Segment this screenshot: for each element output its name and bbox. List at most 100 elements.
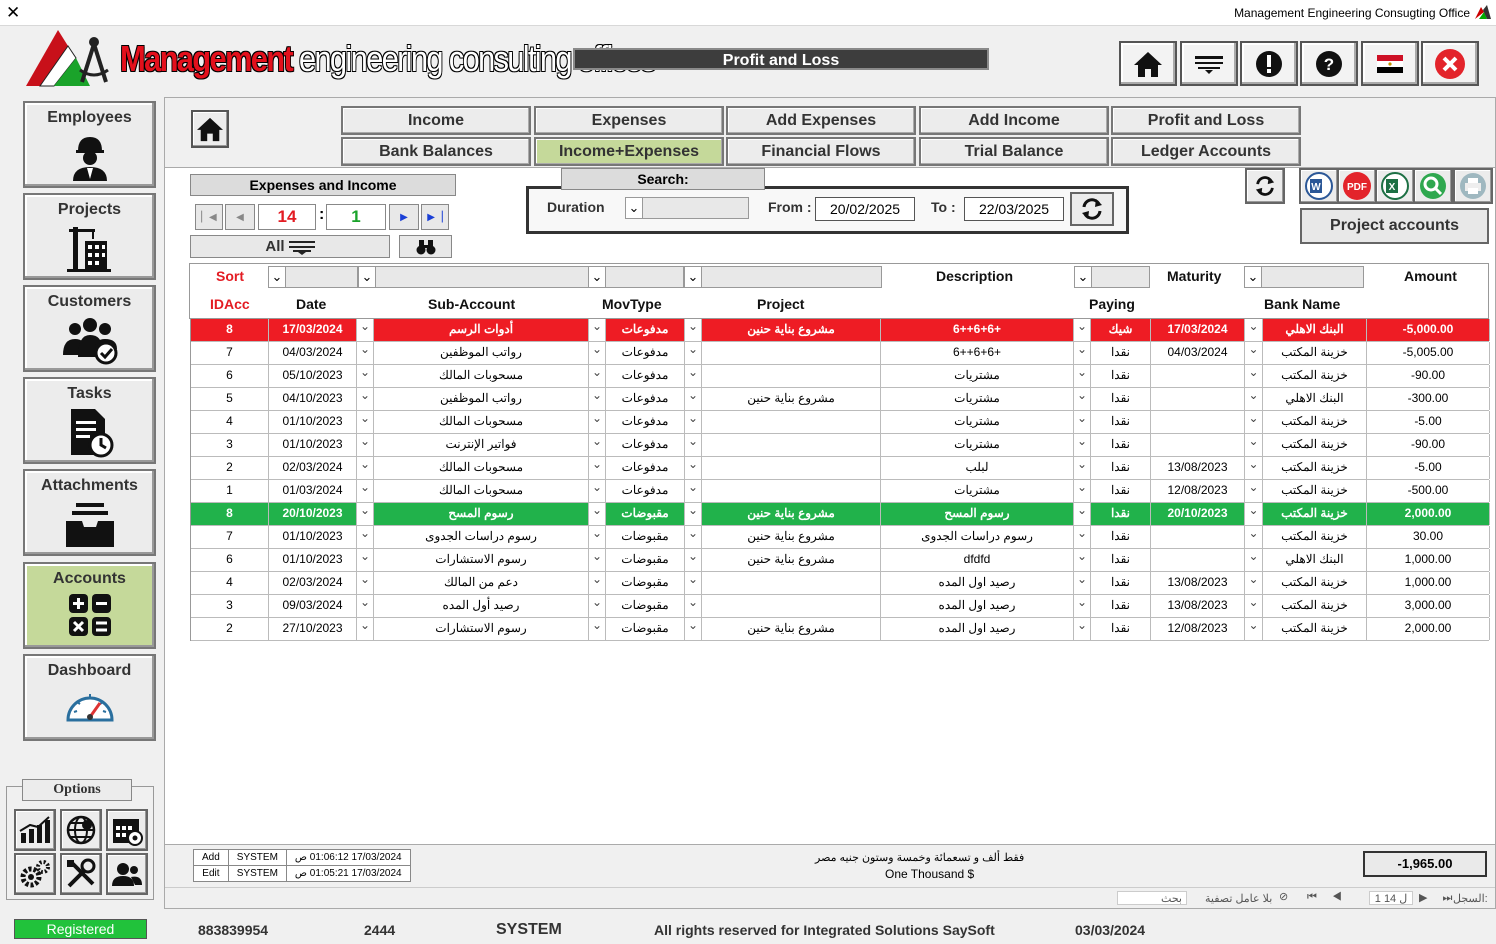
row-dropdown-chevron-icon[interactable] [1245,595,1263,617]
row-dropdown-chevron-icon[interactable] [1245,549,1263,571]
sort-select-2[interactable]: ⌄ [358,266,606,288]
alert-button[interactable] [1240,41,1298,86]
row-dropdown-chevron-icon[interactable] [589,549,606,571]
sidebar-item-accounts[interactable]: Accounts [23,562,156,649]
table-row[interactable]: 402/03/2024 دعم من المالك مقبوضات رصيد اول … [191,572,1490,595]
sort-select-4[interactable]: ⌄ [684,266,882,288]
row-dropdown-chevron-icon[interactable] [685,549,702,571]
table-row[interactable]: 401/10/2023 مسحوبات المالك مدفوعات مشتريات ن… [191,411,1490,434]
project-accounts-button[interactable]: Project accounts [1300,208,1489,244]
table-row[interactable]: 309/03/2024 رصيد أول المده مقبوضات رصيد اول… [191,595,1490,618]
tab-expenses[interactable]: Expenses [534,106,724,135]
table-row[interactable]: 301/10/2023 فواتير الإنترنت مدفوعات مشتريات… [191,434,1490,457]
row-dropdown-chevron-icon[interactable] [357,365,374,387]
tab-financial-flows[interactable]: Financial Flows [726,137,916,166]
row-dropdown-chevron-icon[interactable] [357,388,374,410]
exit-button[interactable] [1421,41,1479,86]
find-button[interactable] [399,235,452,258]
row-dropdown-chevron-icon[interactable] [357,342,374,364]
next-record-button[interactable]: ▶ [389,204,419,230]
row-dropdown-chevron-icon[interactable] [589,618,606,640]
export-excel-button[interactable]: X [1375,168,1415,204]
record-nav-icons[interactable]: ⏮ ◀ [1307,891,1348,904]
row-dropdown-chevron-icon[interactable] [1245,526,1263,548]
row-dropdown-chevron-icon[interactable] [1074,342,1091,364]
home-button[interactable] [1119,41,1177,86]
row-dropdown-chevron-icon[interactable] [357,572,374,594]
row-dropdown-chevron-icon[interactable] [357,595,374,617]
table-row[interactable]: 820/10/2023رسوم المسحمقبوضاتمشروع بناية … [191,503,1490,526]
row-dropdown-chevron-icon[interactable] [685,618,702,640]
row-dropdown-chevron-icon[interactable] [1245,618,1263,640]
row-dropdown-chevron-icon[interactable] [685,503,702,525]
row-dropdown-chevron-icon[interactable] [685,572,702,594]
to-date-field[interactable]: 22/03/2025 [964,197,1064,221]
row-dropdown-chevron-icon[interactable] [357,618,374,640]
sidebar-item-customers[interactable]: Customers [23,285,156,372]
table-row[interactable]: 817/03/2024أدوات الرسممدفوعاتمشروع بناية… [191,319,1490,342]
row-dropdown-chevron-icon[interactable] [685,342,702,364]
row-dropdown-chevron-icon[interactable] [1245,342,1263,364]
row-dropdown-chevron-icon[interactable] [1245,411,1263,433]
option-settings-button[interactable] [14,853,56,895]
option-globe-button[interactable] [60,809,102,851]
sort-select-3[interactable]: ⌄ [588,266,684,288]
row-dropdown-chevron-icon[interactable] [685,434,702,456]
tab-income[interactable]: Income [341,106,531,135]
record-search-input[interactable]: بحث [1117,891,1187,905]
row-dropdown-chevron-icon[interactable] [357,457,374,479]
row-dropdown-chevron-icon[interactable] [1074,526,1091,548]
preview-button[interactable] [1413,168,1453,204]
option-tools-button[interactable] [60,853,102,895]
no-filter-label[interactable]: بلا عامل تصفية [1205,892,1272,905]
row-dropdown-chevron-icon[interactable] [685,365,702,387]
sidebar-item-attachments[interactable]: Attachments [23,469,156,556]
row-dropdown-chevron-icon[interactable] [589,457,606,479]
table-row[interactable]: 704/03/2024رواتب الموظفينمدفوعات+6+6++6ن… [191,342,1490,365]
record-second-field[interactable]: 1 [326,204,386,230]
row-dropdown-chevron-icon[interactable] [589,503,606,525]
language-button[interactable] [1361,41,1419,86]
table-row[interactable]: 605/10/2023 مسحوبات المالك مدفوعات مشتريات ن… [191,365,1490,388]
row-dropdown-chevron-icon[interactable] [589,365,606,387]
row-dropdown-chevron-icon[interactable] [1245,388,1263,410]
row-dropdown-chevron-icon[interactable] [589,434,606,456]
row-dropdown-chevron-icon[interactable] [685,411,702,433]
prev-record-button[interactable]: ◀ [225,204,255,230]
row-dropdown-chevron-icon[interactable] [1074,434,1091,456]
menu-button[interactable] [1180,41,1238,86]
row-dropdown-chevron-icon[interactable] [1074,480,1091,502]
sort-select-1[interactable]: ⌄ [268,266,358,288]
refresh-button[interactable] [1070,192,1114,226]
sort-select-5[interactable]: ⌄ [1074,266,1150,288]
table-row[interactable]: 601/10/2023 رسوم الاستشارات مقبوضات مشروع ب… [191,549,1490,572]
row-dropdown-chevron-icon[interactable] [1074,411,1091,433]
option-users-button[interactable] [106,853,148,895]
tab-add-income[interactable]: Add Income [919,106,1109,135]
row-dropdown-chevron-icon[interactable] [357,411,374,433]
table-row[interactable]: 227/10/2023 رسوم الاستشارات مقبوضات مشروع ب… [191,618,1490,641]
tab-add-expenses[interactable]: Add Expenses [726,106,916,135]
record-current-field[interactable]: 14 [258,204,316,230]
table-row[interactable]: 701/10/2023 رسوم دراسات الجدوى مقبوضات مشرو… [191,526,1490,549]
from-date-field[interactable]: 20/02/2025 [815,197,915,221]
tab-trial-balance[interactable]: Trial Balance [919,137,1109,166]
row-dropdown-chevron-icon[interactable] [685,319,702,341]
row-dropdown-chevron-icon[interactable] [357,549,374,571]
row-dropdown-chevron-icon[interactable] [685,457,702,479]
sidebar-item-dashboard[interactable]: Dashboard [23,654,156,741]
row-dropdown-chevron-icon[interactable] [1074,549,1091,571]
row-dropdown-chevron-icon[interactable] [1245,480,1263,502]
option-chart-button[interactable] [14,809,56,851]
table-row[interactable]: 202/03/2024 مسحوبات المالك مدفوعات لبلب نقدا… [191,457,1490,480]
export-pdf-button[interactable]: PDF [1337,168,1377,204]
tab-income-expenses[interactable]: Income+Expenses [534,137,724,166]
row-dropdown-chevron-icon[interactable] [357,434,374,456]
row-dropdown-chevron-icon[interactable] [685,388,702,410]
tab-profit-loss[interactable]: Profit and Loss [1111,106,1301,135]
row-dropdown-chevron-icon[interactable] [589,388,606,410]
tab-ledger-accounts[interactable]: Ledger Accounts [1111,137,1301,166]
sidebar-item-tasks[interactable]: Tasks [23,377,156,464]
row-dropdown-chevron-icon[interactable] [1245,319,1263,341]
row-dropdown-chevron-icon[interactable] [589,319,606,341]
